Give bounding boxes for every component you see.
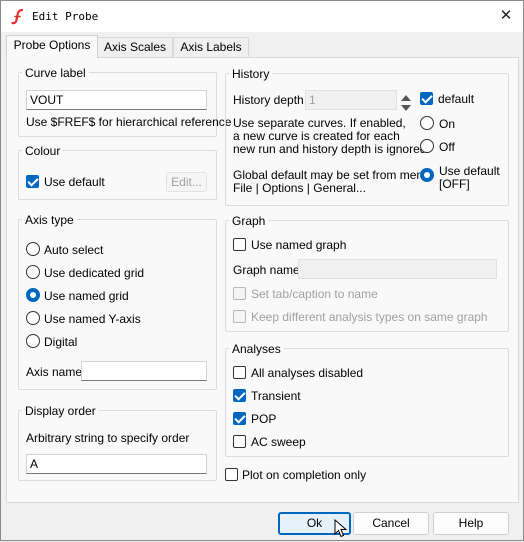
- plot-on-completion-label: Plot on completion only: [242, 468, 367, 482]
- history-on-radio[interactable]: [420, 116, 434, 130]
- history-default-checkbox[interactable]: [420, 92, 433, 105]
- transient-checkbox[interactable]: [233, 389, 246, 402]
- close-icon[interactable]: ✕: [491, 3, 521, 29]
- tab-probe-options[interactable]: Probe Options: [6, 35, 98, 58]
- cancel-button[interactable]: Cancel: [353, 512, 429, 535]
- app-logo-icon: [10, 8, 26, 25]
- use-named-graph-checkbox[interactable]: [233, 238, 246, 251]
- axis-digital-radio[interactable]: [26, 334, 40, 348]
- curve-label-legend: Curve label: [22, 66, 89, 80]
- history-use-default-radio[interactable]: [420, 168, 434, 182]
- axis-named-grid-radio[interactable]: [26, 288, 40, 302]
- colour-use-default-checkbox[interactable]: [26, 175, 39, 188]
- axis-name-label: Axis name: [26, 365, 83, 379]
- axis-type-legend: Axis type: [22, 213, 77, 227]
- mouse-cursor-icon: [334, 518, 348, 539]
- history-default-label: default: [438, 92, 475, 106]
- display-order-input[interactable]: A: [26, 454, 207, 474]
- history-global-line2: File | Options | General...: [233, 181, 366, 195]
- help-button[interactable]: Help: [433, 512, 509, 535]
- spin-down-icon[interactable]: [400, 101, 412, 111]
- tab-label: Axis Labels: [180, 40, 242, 54]
- transient-label: Transient: [251, 389, 301, 403]
- history-use-default-line2: [OFF]: [439, 177, 470, 191]
- ac-sweep-checkbox[interactable]: [233, 435, 246, 448]
- colour-edit-button[interactable]: Edit...: [166, 172, 207, 192]
- axis-named-grid-label: Use named grid: [44, 289, 129, 303]
- display-order-description: Arbitrary string to specify order: [26, 431, 190, 445]
- graph-name-label: Graph name: [233, 263, 300, 277]
- history-note-line3: new run and history depth is ignored.: [233, 142, 430, 156]
- axis-dedicated-grid-radio[interactable]: [26, 265, 40, 279]
- graph-legend: Graph: [229, 214, 269, 228]
- tab-axis-scales[interactable]: Axis Scales: [97, 37, 173, 57]
- spin-up-icon[interactable]: [400, 91, 412, 101]
- history-depth-input[interactable]: 1: [305, 90, 397, 110]
- set-tab-caption-label: Set tab/caption to name: [251, 287, 378, 301]
- set-tab-caption-checkbox[interactable]: [233, 287, 246, 300]
- history-off-radio[interactable]: [420, 139, 434, 153]
- axis-named-y-axis-label: Use named Y-axis: [44, 312, 141, 326]
- history-depth-label: History depth: [233, 93, 304, 107]
- axis-auto-select-radio[interactable]: [26, 242, 40, 256]
- history-off-label: Off: [439, 140, 455, 154]
- keep-different-analysis-label: Keep different analysis types on same gr…: [251, 310, 488, 324]
- ac-sweep-label: AC sweep: [251, 435, 306, 449]
- history-on-label: On: [439, 117, 456, 131]
- history-note-line2: a new curve is created for each: [233, 129, 400, 143]
- curve-label-hint: Use $FREF$ for hierarchical reference: [26, 115, 232, 129]
- keep-different-analysis-checkbox[interactable]: [233, 310, 246, 323]
- window-title: Edit Probe: [32, 10, 99, 23]
- history-use-default-line1: Use default: [439, 164, 500, 178]
- history-global-line1: Global default may be set from menu: [233, 168, 430, 182]
- all-analyses-disabled-checkbox[interactable]: [233, 366, 246, 379]
- title-bar[interactable]: Edit Probe ✕: [1, 1, 523, 32]
- history-legend: History: [229, 67, 273, 81]
- axis-name-input[interactable]: [81, 361, 207, 381]
- plot-on-completion-checkbox[interactable]: [225, 468, 238, 481]
- all-analyses-disabled-label: All analyses disabled: [251, 366, 364, 380]
- analyses-legend: Analyses: [229, 342, 284, 356]
- pop-checkbox[interactable]: [233, 412, 246, 425]
- colour-legend: Colour: [22, 144, 64, 158]
- axis-dedicated-grid-label: Use dedicated grid: [44, 266, 145, 280]
- tab-label: Axis Scales: [103, 40, 167, 54]
- history-note-line1: Use separate curves. If enabled,: [233, 116, 406, 130]
- colour-use-default-label: Use default: [44, 175, 105, 189]
- tab-axis-labels[interactable]: Axis Labels: [173, 37, 249, 57]
- axis-named-y-axis-radio[interactable]: [26, 311, 40, 325]
- edit-probe-dialog: Edit Probe ✕ Probe Options Axis Scales A…: [0, 0, 524, 541]
- tab-label: Probe Options: [13, 38, 91, 52]
- axis-digital-label: Digital: [44, 335, 78, 349]
- use-named-graph-label: Use named graph: [251, 238, 347, 252]
- graph-name-input[interactable]: [298, 259, 497, 279]
- pop-label: POP: [251, 412, 277, 426]
- axis-auto-select-label: Auto select: [44, 243, 104, 257]
- display-order-legend: Display order: [22, 404, 99, 418]
- curve-label-input[interactable]: VOUT: [26, 90, 207, 110]
